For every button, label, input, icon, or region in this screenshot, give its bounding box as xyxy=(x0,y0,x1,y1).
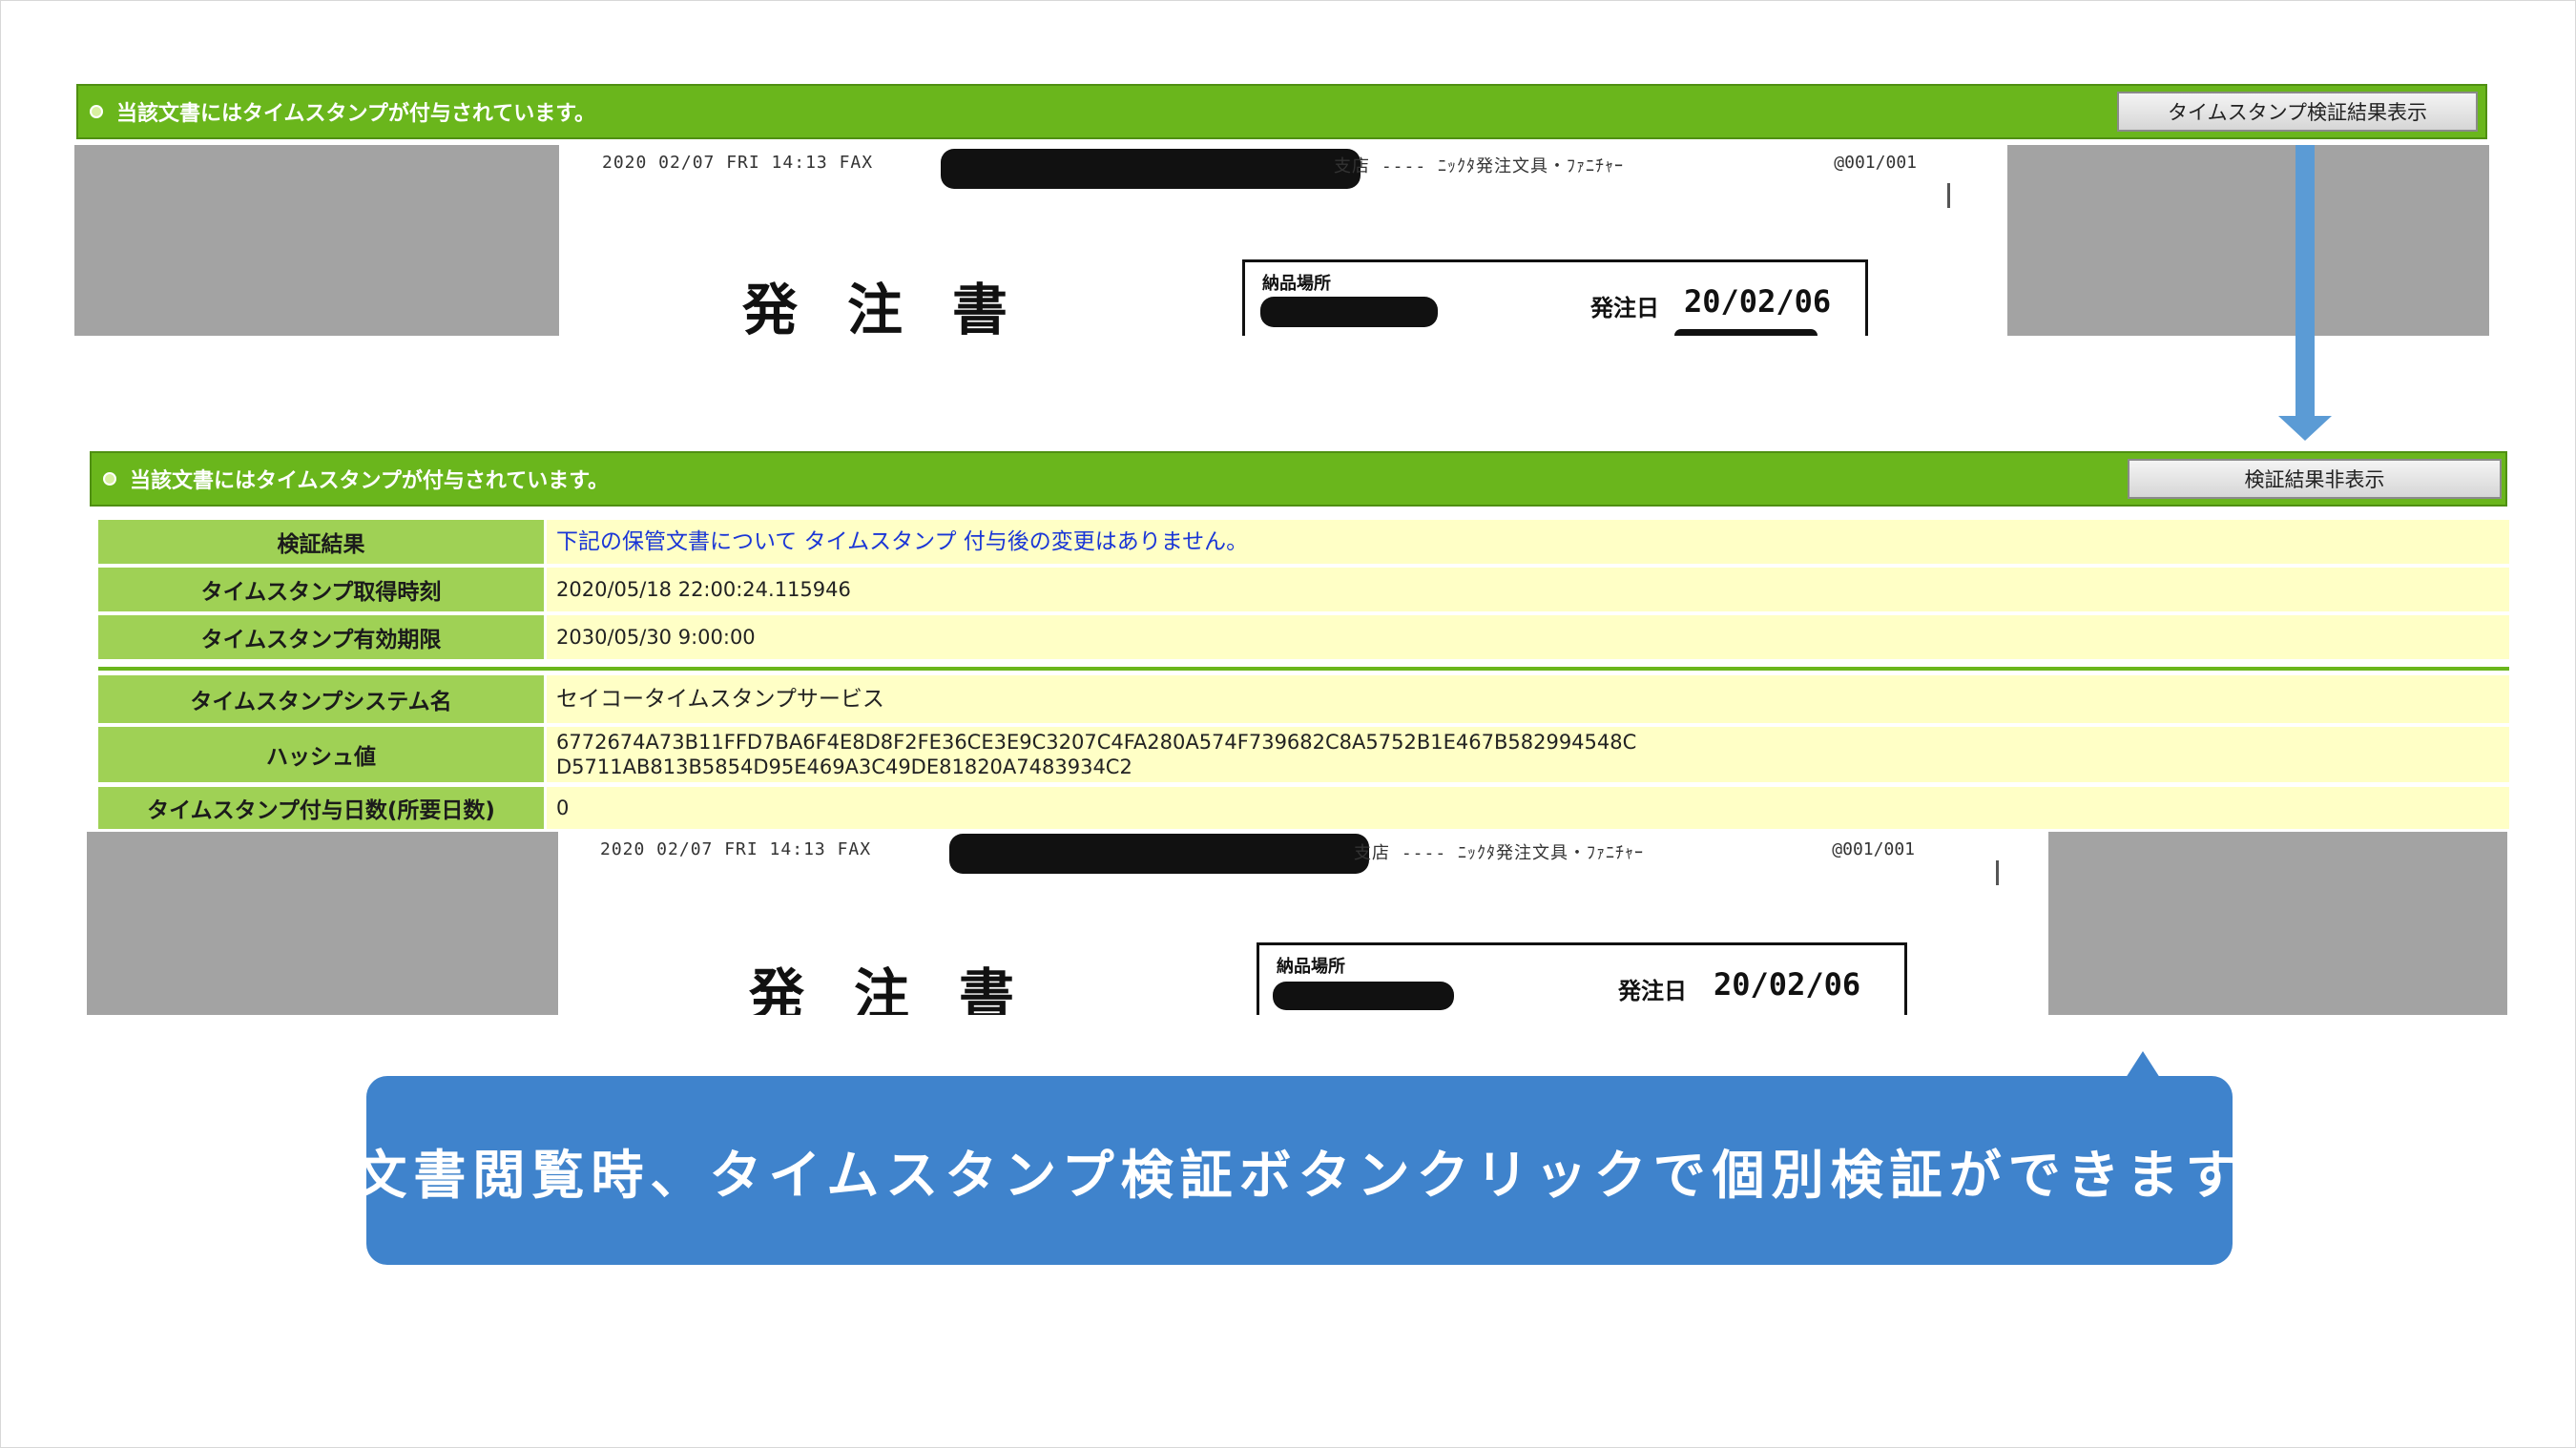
callout-text: 文書閲覧時、タイムスタンプ検証ボタンクリックで個別検証ができます xyxy=(354,1145,2245,1206)
callout-pointer xyxy=(2126,1051,2160,1078)
timestamp-status-bar: 当該文書にはタイムスタンプが付与されています。 タイムスタンプ検証結果表示 xyxy=(76,84,2487,139)
explanation-callout: 文書閲覧時、タイムスタンプ検証ボタンクリックで個別検証ができます xyxy=(354,1076,2238,1265)
hash-value-line: 6772674A73B11FFD7BA6F4E8D8F2FE36CE3E9C32… xyxy=(556,731,1637,754)
table-row: ハッシュ値 6772674A73B11FFD7BA6F4E8D8F2FE36CE… xyxy=(98,727,2509,782)
hash-value: 6772674A73B11FFD7BA6F4E8D8F2FE36CE3E9C32… xyxy=(547,727,2509,782)
redaction-mark xyxy=(1674,329,1818,336)
delivery-info-box: 納品場所 発注日 20/02/06 xyxy=(1242,259,1868,336)
order-date-value: 20/02/06 xyxy=(1714,966,1861,1003)
status-bullet-icon xyxy=(103,472,116,486)
acquired-time-label: タイムスタンプ取得時刻 xyxy=(98,568,547,611)
delivery-info-box: 納品場所 発注日 20/02/06 xyxy=(1257,942,1907,1015)
table-row: タイムスタンプ取得時刻 2020/05/18 22:00:24.115946 xyxy=(98,568,2509,611)
fax-mark xyxy=(1947,183,1950,208)
fax-sender-text: 支店 ---- ﾆｯｸﾀ発注文具・ﾌｧﾆﾁｬｰ xyxy=(1354,843,1645,863)
down-arrow-icon xyxy=(2278,416,2332,441)
fax-page-number: @001/001 xyxy=(1832,839,1915,859)
fax-header-text: 2020 02/07 FRI 14:13 FAX xyxy=(600,839,872,859)
fax-page-number: @001/001 xyxy=(1834,153,1917,173)
redaction-mark xyxy=(949,834,1369,874)
hash-label: ハッシュ値 xyxy=(98,727,547,782)
redaction-mark xyxy=(1260,297,1438,327)
redaction-mark xyxy=(941,149,1361,189)
table-row: 検証結果 下記の保管文書について タイムスタンプ 付与後の変更はありません。 xyxy=(98,520,2509,564)
down-arrow-shaft xyxy=(2296,145,2315,420)
elapsed-days-label: タイムスタンプ付与日数(所要日数) xyxy=(98,787,547,829)
status-bullet-icon xyxy=(90,105,103,118)
document-page: 2020 02/07 FRI 14:13 FAX 支店 ---- ﾆｯｸﾀ発注文… xyxy=(558,832,2048,1015)
order-date-label: 発注日 xyxy=(1618,978,1687,1004)
timestamp-status-text: 当該文書にはタイムスタンプが付与されています。 xyxy=(116,102,596,126)
system-name-value: セイコータイムスタンプサービス xyxy=(547,675,2509,723)
document-title: 発注書 xyxy=(749,962,1065,1015)
document-title: 発注書 xyxy=(742,278,1058,336)
system-name-label: タイムスタンプシステム名 xyxy=(98,675,547,723)
document-viewer-expanded: 2020 02/07 FRI 14:13 FAX 支店 ---- ﾆｯｸﾀ発注文… xyxy=(87,832,2507,1015)
table-section-divider xyxy=(98,667,2509,671)
fax-sender-text: 支店 ---- ﾆｯｸﾀ発注文具・ﾌｧﾆﾁｬｰ xyxy=(1334,156,1625,176)
acquired-time-value: 2020/05/18 22:00:24.115946 xyxy=(547,568,2509,611)
hash-value-line: D5711AB813B5854D95E469A3C49DE81820A74839… xyxy=(556,755,1132,778)
fax-mark xyxy=(1996,860,1999,885)
redaction-mark xyxy=(1273,982,1454,1010)
table-row: タイムスタンプシステム名 セイコータイムスタンプサービス xyxy=(98,675,2509,723)
result-value: 下記の保管文書について タイムスタンプ 付与後の変更はありません。 xyxy=(547,520,2509,564)
document-viewer: 2020 02/07 FRI 14:13 FAX 支店 ---- ﾆｯｸﾀ発注文… xyxy=(74,145,2489,336)
result-label: 検証結果 xyxy=(98,520,547,564)
delivery-place-label: 納品場所 xyxy=(1277,957,1345,977)
elapsed-days-value: 0 xyxy=(547,787,2509,829)
hide-verification-button[interactable]: 検証結果非表示 xyxy=(2128,459,2502,499)
timestamp-verify-button[interactable]: タイムスタンプ検証結果表示 xyxy=(2117,92,2478,132)
expiry-label: タイムスタンプ有効期限 xyxy=(98,615,547,659)
expiry-value: 2030/05/30 9:00:00 xyxy=(547,615,2509,659)
delivery-place-label: 納品場所 xyxy=(1262,274,1331,294)
document-page: 2020 02/07 FRI 14:13 FAX 支店 ---- ﾆｯｸﾀ発注文… xyxy=(559,145,2007,336)
order-date-value: 20/02/06 xyxy=(1684,283,1832,320)
fax-header-text: 2020 02/07 FRI 14:13 FAX xyxy=(602,153,874,173)
order-date-label: 発注日 xyxy=(1590,295,1659,321)
table-row: タイムスタンプ有効期限 2030/05/30 9:00:00 xyxy=(98,615,2509,659)
table-row: タイムスタンプ付与日数(所要日数) 0 xyxy=(98,787,2509,829)
timestamp-status-bar-expanded: 当該文書にはタイムスタンプが付与されています。 検証結果非表示 xyxy=(90,451,2507,507)
timestamp-status-text: 当該文書にはタイムスタンプが付与されています。 xyxy=(130,469,610,493)
